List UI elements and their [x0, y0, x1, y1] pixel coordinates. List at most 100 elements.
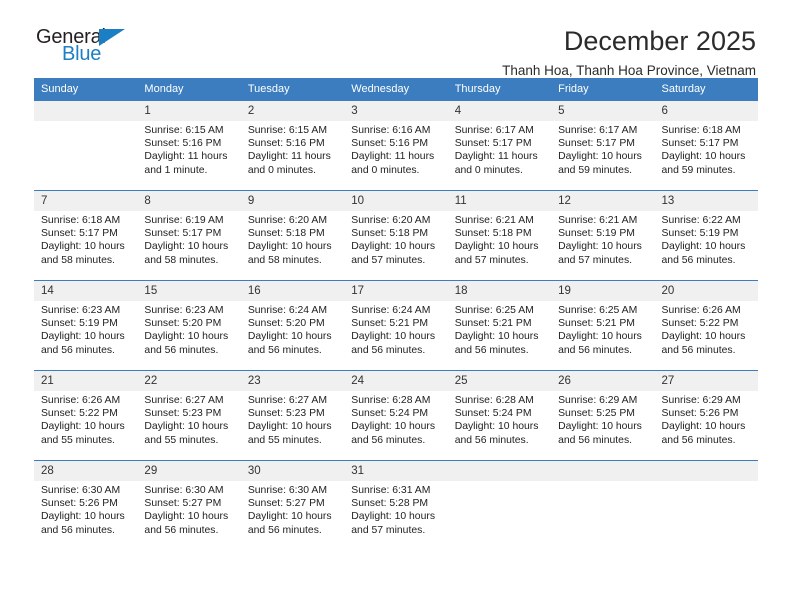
day-details: Sunrise: 6:26 AM Sunset: 5:22 PM Daylight:… — [34, 391, 137, 447]
calendar-day-cell[interactable]: 6 Sunrise: 6:18 AM Sunset: 5:17 PM Daylight… — [654, 100, 758, 191]
calendar-day-cell[interactable]: 1 Sunrise: 6:15 AM Sunset: 5:16 PM Daylight… — [137, 100, 241, 191]
day-cell: 30 Sunrise: 6:30 AM Sunset: 5:27 PM Dayligh… — [240, 461, 345, 550]
calendar-day-cell[interactable]: 29 Sunrise: 6:30 AM Sunset: 5:27 PM Dayligh… — [137, 460, 241, 550]
daylight-text-line2: and 56 minutes. — [454, 344, 529, 356]
sunrise-text: Sunrise: 6:18 AM — [661, 125, 741, 136]
daylight-text-line2: and 59 minutes. — [661, 164, 736, 176]
daylight-text-line2: and 57 minutes. — [351, 254, 426, 266]
calendar-day-cell[interactable]: 30 Sunrise: 6:30 AM Sunset: 5:27 PM Dayligh… — [240, 460, 345, 550]
sunset-text: Sunset: 5:20 PM — [144, 318, 222, 330]
calendar-day-cell[interactable] — [34, 100, 138, 191]
day-cell: 27 Sunrise: 6:29 AM Sunset: 5:26 PM Dayligh… — [654, 371, 758, 460]
calendar-day-cell[interactable]: 17 Sunrise: 6:24 AM Sunset: 5:21 PM Dayligh… — [344, 280, 448, 371]
calendar-day-cell[interactable]: 7 Sunrise: 6:18 AM Sunset: 5:17 PM Daylight… — [34, 190, 138, 281]
daylight-text-line2: and 56 minutes. — [558, 344, 633, 356]
calendar-day-cell[interactable]: 5 Sunrise: 6:17 AM Sunset: 5:17 PM Daylight… — [551, 100, 655, 191]
day-details: Sunrise: 6:30 AM Sunset: 5:27 PM Daylight:… — [241, 481, 344, 537]
day-cell: 10 Sunrise: 6:20 AM Sunset: 5:18 PM Dayligh… — [344, 191, 448, 280]
calendar-day-cell[interactable]: 13 Sunrise: 6:22 AM Sunset: 5:19 PM Dayligh… — [654, 190, 758, 281]
calendar-day-cell[interactable]: 4 Sunrise: 6:17 AM Sunset: 5:17 PM Daylight… — [447, 100, 552, 191]
sunrise-text: Sunrise: 6:28 AM — [351, 395, 431, 406]
day-cell: 4 Sunrise: 6:17 AM Sunset: 5:17 PM Daylight… — [447, 101, 552, 190]
day-cell: 20 Sunrise: 6:26 AM Sunset: 5:22 PM Dayligh… — [654, 281, 758, 370]
day-number — [654, 461, 758, 481]
calendar-day-cell[interactable] — [551, 460, 655, 550]
sunset-text: Sunset: 5:26 PM — [41, 498, 118, 510]
day-number: 3 — [344, 101, 448, 121]
calendar-day-cell[interactable]: 11 Sunrise: 6:21 AM Sunset: 5:18 PM Dayligh… — [447, 190, 552, 281]
day-details: Sunrise: 6:28 AM Sunset: 5:24 PM Daylight:… — [448, 391, 551, 447]
calendar-day-cell[interactable]: 25 Sunrise: 6:28 AM Sunset: 5:24 PM Dayligh… — [447, 370, 552, 461]
calendar-day-cell[interactable]: 24 Sunrise: 6:28 AM Sunset: 5:24 PM Dayligh… — [344, 370, 448, 461]
daylight-text-line2: and 56 minutes. — [41, 344, 115, 356]
sunrise-text: Sunrise: 6:23 AM — [144, 305, 224, 316]
daylight-text-line1: Daylight: 10 hours — [661, 331, 746, 343]
sunset-text: Sunset: 5:19 PM — [661, 228, 739, 240]
sunset-text: Sunset: 5:17 PM — [661, 138, 739, 150]
daylight-text-line1: Daylight: 10 hours — [454, 331, 539, 343]
calendar-day-cell[interactable]: 22 Sunrise: 6:27 AM Sunset: 5:23 PM Dayligh… — [137, 370, 241, 461]
sunset-text: Sunset: 5:22 PM — [41, 408, 118, 420]
calendar-day-cell[interactable]: 9 Sunrise: 6:20 AM Sunset: 5:18 PM Daylight… — [240, 190, 345, 281]
sunrise-text: Sunrise: 6:25 AM — [454, 305, 534, 316]
calendar-day-cell[interactable]: 31 Sunrise: 6:31 AM Sunset: 5:28 PM Dayligh… — [344, 460, 448, 550]
daylight-text-line1: Daylight: 10 hours — [558, 331, 642, 343]
daylight-text-line1: Daylight: 10 hours — [558, 241, 642, 253]
daylight-text-line2: and 56 minutes. — [558, 434, 633, 446]
day-cell: 26 Sunrise: 6:29 AM Sunset: 5:25 PM Dayligh… — [551, 371, 655, 460]
daylight-text-line2: and 55 minutes. — [144, 434, 219, 446]
daylight-text-line1: Daylight: 10 hours — [247, 421, 332, 433]
weekday-header-friday: Friday — [551, 78, 655, 101]
daylight-text-line1: Daylight: 10 hours — [351, 331, 436, 343]
calendar-day-cell[interactable]: 28 Sunrise: 6:30 AM Sunset: 5:26 PM Dayligh… — [34, 460, 138, 550]
sunrise-text: Sunrise: 6:27 AM — [247, 395, 327, 406]
day-number: 25 — [447, 371, 552, 391]
day-details: Sunrise: 6:25 AM Sunset: 5:21 PM Daylight:… — [551, 301, 654, 357]
day-number: 11 — [447, 191, 552, 211]
location-subtitle: Thanh Hoa, Thanh Hoa Province, Vietnam — [502, 63, 756, 78]
daylight-text-line1: Daylight: 11 hours — [454, 151, 538, 163]
daylight-text-line2: and 58 minutes. — [247, 254, 322, 266]
calendar-day-cell[interactable]: 15 Sunrise: 6:23 AM Sunset: 5:20 PM Dayligh… — [137, 280, 241, 371]
calendar-day-cell[interactable]: 20 Sunrise: 6:26 AM Sunset: 5:22 PM Dayligh… — [654, 280, 758, 371]
day-cell: 29 Sunrise: 6:30 AM Sunset: 5:27 PM Dayligh… — [137, 461, 241, 550]
sunset-text: Sunset: 5:26 PM — [661, 408, 739, 420]
day-number: 21 — [34, 371, 138, 391]
sunrise-text: Sunrise: 6:26 AM — [661, 305, 741, 316]
day-details: Sunrise: 6:26 AM Sunset: 5:22 PM Daylight:… — [655, 301, 758, 357]
calendar-day-cell[interactable]: 14 Sunrise: 6:23 AM Sunset: 5:19 PM Dayligh… — [34, 280, 138, 371]
calendar-day-cell[interactable]: 3 Sunrise: 6:16 AM Sunset: 5:16 PM Daylight… — [344, 100, 448, 191]
calendar-day-cell[interactable] — [654, 460, 758, 550]
calendar-day-cell[interactable]: 16 Sunrise: 6:24 AM Sunset: 5:20 PM Dayligh… — [240, 280, 345, 371]
daylight-text-line2: and 56 minutes. — [661, 344, 736, 356]
day-details: Sunrise: 6:27 AM Sunset: 5:23 PM Daylight:… — [137, 391, 240, 447]
day-details: Sunrise: 6:24 AM Sunset: 5:21 PM Daylight:… — [344, 301, 447, 357]
logo-triangle-icon — [99, 29, 125, 46]
day-cell: 23 Sunrise: 6:27 AM Sunset: 5:23 PM Dayligh… — [240, 371, 345, 460]
calendar-day-cell[interactable]: 18 Sunrise: 6:25 AM Sunset: 5:21 PM Dayligh… — [447, 280, 552, 371]
calendar-day-cell[interactable]: 21 Sunrise: 6:26 AM Sunset: 5:22 PM Dayligh… — [34, 370, 138, 461]
sunrise-text: Sunrise: 6:17 AM — [454, 125, 534, 136]
sunrise-text: Sunrise: 6:19 AM — [144, 215, 224, 226]
calendar-day-cell[interactable]: 27 Sunrise: 6:29 AM Sunset: 5:26 PM Dayligh… — [654, 370, 758, 461]
day-cell-empty — [551, 461, 655, 550]
calendar-day-cell[interactable]: 19 Sunrise: 6:25 AM Sunset: 5:21 PM Dayligh… — [551, 280, 655, 371]
calendar-week-row: 21 Sunrise: 6:26 AM Sunset: 5:22 PM Dayligh… — [34, 370, 758, 461]
calendar-day-cell[interactable]: 8 Sunrise: 6:19 AM Sunset: 5:17 PM Daylight… — [137, 190, 241, 281]
calendar-day-cell[interactable]: 26 Sunrise: 6:29 AM Sunset: 5:25 PM Dayligh… — [551, 370, 655, 461]
calendar-day-cell[interactable]: 2 Sunrise: 6:15 AM Sunset: 5:16 PM Daylight… — [240, 100, 345, 191]
day-cell: 24 Sunrise: 6:28 AM Sunset: 5:24 PM Dayligh… — [344, 371, 448, 460]
sunrise-text: Sunrise: 6:30 AM — [144, 485, 224, 496]
day-number: 27 — [654, 371, 758, 391]
calendar-day-cell[interactable]: 10 Sunrise: 6:20 AM Sunset: 5:18 PM Dayligh… — [344, 190, 448, 281]
day-details: Sunrise: 6:19 AM Sunset: 5:17 PM Daylight:… — [137, 211, 240, 267]
daylight-text-line2: and 56 minutes. — [144, 524, 219, 536]
page-title: December 2025 — [563, 26, 756, 56]
day-number: 20 — [654, 281, 758, 301]
day-number: 4 — [447, 101, 552, 121]
day-cell: 5 Sunrise: 6:17 AM Sunset: 5:17 PM Daylight… — [551, 101, 655, 190]
calendar-day-cell[interactable]: 12 Sunrise: 6:21 AM Sunset: 5:19 PM Dayligh… — [551, 190, 655, 281]
sunrise-text: Sunrise: 6:30 AM — [247, 485, 327, 496]
calendar-day-cell[interactable] — [447, 460, 552, 550]
calendar-day-cell[interactable]: 23 Sunrise: 6:27 AM Sunset: 5:23 PM Dayligh… — [240, 370, 345, 461]
